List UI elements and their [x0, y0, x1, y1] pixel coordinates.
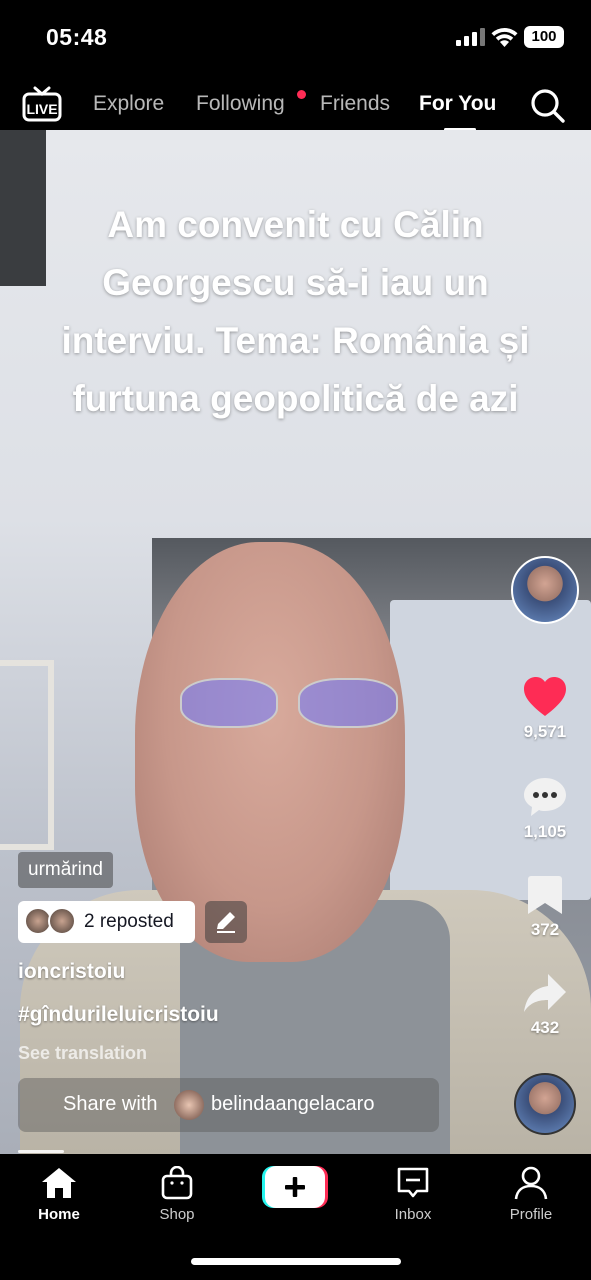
reposter-avatar — [48, 907, 76, 935]
glasses-lens-left — [180, 678, 278, 728]
home-icon — [42, 1168, 76, 1198]
glasses-lens-right — [298, 678, 398, 728]
comment-button[interactable]: 1,105 — [514, 776, 576, 842]
pencil-icon — [217, 912, 235, 933]
tab-home[interactable]: Home — [14, 1166, 104, 1223]
comment-icon — [524, 778, 566, 816]
top-navigation: LIVE Explore Following Friends For You — [0, 74, 591, 131]
tab-shop[interactable]: Shop — [132, 1166, 222, 1223]
status-bar: 05:48 100 — [0, 0, 591, 74]
svg-text:LIVE: LIVE — [26, 101, 57, 117]
share-with-username: belindaangelacaro — [211, 1093, 375, 1115]
save-count: 372 — [530, 920, 560, 939]
cellular-signal-icon — [456, 28, 485, 46]
share-with-bar[interactable]: Share with belindaangelacaro — [18, 1078, 439, 1132]
share-arrow-icon — [524, 974, 566, 1012]
tab-inbox-label: Inbox — [394, 1206, 432, 1223]
shopping-bag-icon — [161, 1166, 193, 1200]
tab-profile-label: Profile — [509, 1206, 553, 1223]
reposted-label: 2 reposted — [84, 911, 174, 932]
search-icon[interactable] — [530, 88, 566, 124]
inbox-icon — [397, 1167, 429, 1198]
tab-for-you[interactable]: For You — [419, 92, 496, 116]
see-translation-link[interactable]: See translation — [18, 1043, 147, 1064]
like-button[interactable]: 9,571 — [514, 676, 576, 742]
creator-username[interactable]: ioncristoiu — [18, 960, 125, 984]
create-plus-icon[interactable] — [262, 1166, 328, 1208]
background-panel — [390, 600, 591, 900]
tab-home-label: Home — [38, 1206, 80, 1223]
battery-indicator: 100 — [524, 26, 564, 48]
video-caption: Am convenit cu Călin Georgescu să-i iau … — [61, 204, 530, 419]
notification-dot — [297, 90, 306, 99]
following-chip[interactable]: urmărind — [18, 852, 113, 888]
video-player[interactable]: Am convenit cu Călin Georgescu să-i iau … — [0, 130, 591, 1154]
heart-icon — [524, 677, 566, 716]
tab-profile[interactable]: Profile — [486, 1166, 576, 1223]
reposted-chip[interactable]: 2 reposted — [18, 901, 195, 943]
like-count: 9,571 — [523, 722, 567, 741]
friend-avatar — [174, 1090, 204, 1120]
tab-following[interactable]: Following — [196, 92, 285, 116]
live-icon[interactable]: LIVE — [22, 86, 62, 122]
status-time: 05:48 — [46, 24, 108, 50]
sound-disc-avatar[interactable] — [514, 1073, 576, 1135]
share-button[interactable]: 432 — [514, 972, 576, 1038]
share-count: 432 — [530, 1018, 560, 1037]
home-indicator — [191, 1258, 401, 1265]
background-shelf — [0, 660, 54, 850]
bookmark-icon — [528, 876, 562, 914]
profile-icon — [514, 1166, 548, 1200]
save-button[interactable]: 372 — [514, 874, 576, 940]
person-head — [135, 542, 405, 962]
share-with-label: Share with — [63, 1093, 158, 1115]
tab-friends[interactable]: Friends — [320, 92, 390, 116]
edit-button[interactable] — [205, 901, 247, 943]
hashtag-link[interactable]: #gîndurileluicristoiu — [18, 1003, 219, 1027]
creator-avatar[interactable] — [511, 556, 579, 624]
video-progress-bar[interactable] — [18, 1150, 64, 1153]
tab-shop-label: Shop — [159, 1206, 195, 1223]
wifi-icon — [491, 28, 518, 47]
comment-count: 1,105 — [523, 822, 567, 841]
tab-inbox[interactable]: Inbox — [368, 1166, 458, 1223]
tab-explore[interactable]: Explore — [93, 92, 164, 116]
